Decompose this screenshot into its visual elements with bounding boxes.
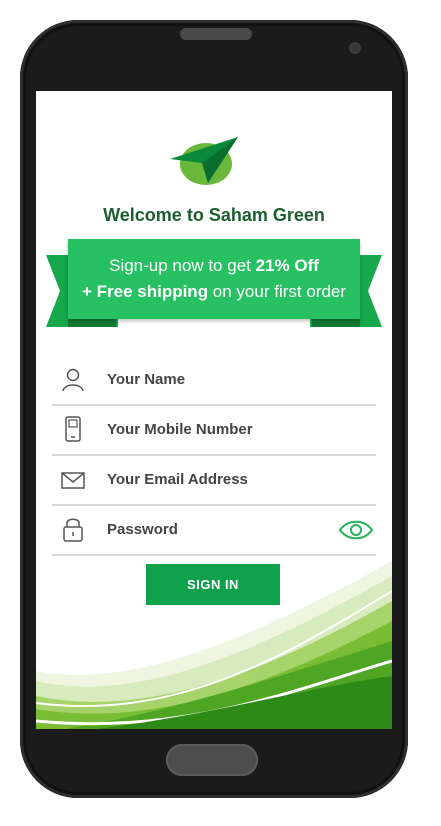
phone-icon: [65, 416, 81, 442]
promo-line2-text: on your first order: [208, 282, 347, 301]
email-input[interactable]: Your Email Address: [107, 455, 248, 504]
email-field[interactable]: Your Email Address: [52, 455, 376, 506]
name-input[interactable]: Your Name: [107, 355, 185, 404]
user-icon: [62, 368, 84, 392]
logo-icon: [170, 137, 238, 185]
mobile-input[interactable]: Your Mobile Number: [107, 405, 253, 454]
speaker-slot: [180, 28, 252, 40]
page-title: Welcome to Saham Green: [103, 205, 325, 225]
promo-free-shipping: + Free shipping: [81, 282, 209, 301]
promo-line1-text: Sign-up now to get: [109, 256, 256, 275]
decorative-waves: [36, 561, 392, 729]
promo-discount: 21% Off: [255, 256, 319, 275]
promo-banner: Sign-up now to get 21% Off + Free shippi…: [68, 239, 360, 319]
home-button[interactable]: [166, 744, 258, 776]
sign-in-button[interactable]: SIGN IN: [146, 564, 280, 605]
mobile-field[interactable]: Your Mobile Number: [52, 405, 376, 456]
mail-icon: [61, 472, 85, 489]
app-screen: Welcome to Saham Green Sign-up now to ge…: [36, 91, 392, 729]
name-field[interactable]: Your Name: [52, 355, 376, 406]
camera-icon: [349, 42, 361, 54]
